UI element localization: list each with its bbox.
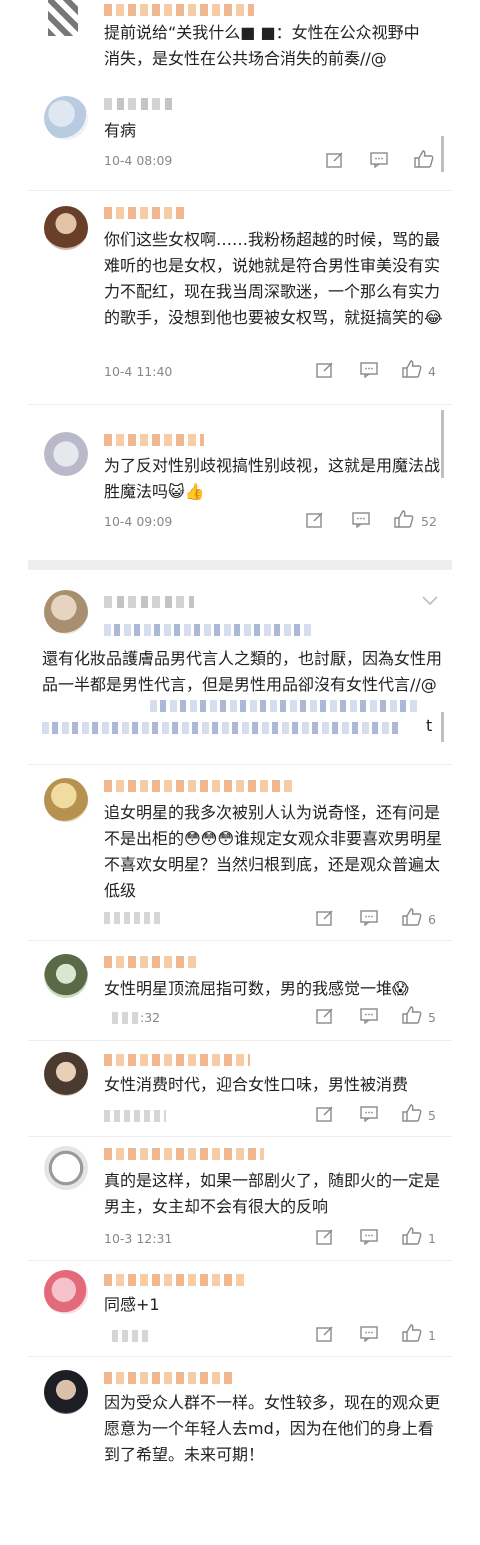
avatar[interactable] <box>44 432 88 476</box>
timestamp-blurred <box>112 1012 140 1024</box>
like-count: 6 <box>428 912 436 927</box>
comment-text: 女性明星顶流屈指可数，男的我感觉一堆😱 <box>104 979 409 998</box>
username-blurred[interactable] <box>104 1148 264 1160</box>
avatar[interactable] <box>44 1270 88 1314</box>
comment-icon[interactable] <box>370 152 388 168</box>
divider <box>28 1136 452 1137</box>
repost-icon[interactable] <box>316 1106 334 1122</box>
like-icon[interactable] <box>414 150 434 168</box>
timestamp-blurred <box>104 1110 166 1122</box>
comment-icon[interactable] <box>360 362 378 378</box>
repost-icon[interactable] <box>326 152 344 168</box>
comment-text: 为了反对性别歧视搞性别歧视，这就是用魔法战胜魔法吗😺👍 <box>104 456 441 501</box>
avatar[interactable] <box>44 590 88 634</box>
username-blurred[interactable] <box>104 207 184 219</box>
repost-tail-text: t <box>426 716 433 735</box>
section-gap <box>28 560 452 570</box>
like-count: 5 <box>428 1108 436 1123</box>
repost-icon[interactable] <box>316 910 334 926</box>
repost-chain-blurred[interactable] <box>150 700 420 712</box>
avatar[interactable] <box>44 96 88 140</box>
comment-text: 還有化妝品護膚品男代言人之類的，也討厭，因為女性用品一半都是男性代言，但是男性用… <box>42 649 443 694</box>
like-count: 52 <box>421 514 437 529</box>
divider <box>28 190 452 191</box>
avatar[interactable] <box>48 0 78 36</box>
repost-icon[interactable] <box>316 1229 334 1245</box>
repost-icon[interactable] <box>316 1008 334 1024</box>
like-icon[interactable] <box>402 1006 422 1024</box>
username-blurred[interactable] <box>104 98 174 110</box>
comment-text: 真的是这样，如果一部剧火了，随即火的一定是男主，女主却不会有很大的反响 <box>104 1171 441 1216</box>
divider <box>28 404 452 405</box>
like-icon[interactable] <box>402 908 422 926</box>
comment-icon[interactable] <box>360 1106 378 1122</box>
avatar[interactable] <box>44 206 88 250</box>
timestamp-blurred <box>104 912 164 924</box>
comment-text: 你们这些女权啊……我粉杨超越的时候，骂的最难听的也是女权，说她就是符合男性审美没… <box>104 230 443 327</box>
scroll-indicator <box>441 712 444 742</box>
avatar[interactable] <box>44 954 88 998</box>
username-blurred[interactable] <box>104 434 204 446</box>
username-blurred[interactable] <box>104 1054 250 1066</box>
subtitle-blurred <box>104 624 314 636</box>
like-count: 5 <box>428 1010 436 1025</box>
username-blurred[interactable] <box>104 1372 234 1384</box>
divider <box>28 1356 452 1357</box>
comment-text: 有病 <box>104 121 137 140</box>
comment-time: 10-3 12:31 <box>104 1231 173 1246</box>
repost-icon[interactable] <box>316 362 334 378</box>
divider <box>28 940 452 941</box>
comment-text: 追女明星的我多次被别人认为说奇怪，还有问是不是出柜的😳😳😳谁规定女观众非要喜欢男… <box>104 803 443 900</box>
comment-icon[interactable] <box>360 1229 378 1245</box>
username-blurred[interactable] <box>104 956 200 968</box>
divider <box>28 1260 452 1261</box>
comment-time: 10-4 11:40 <box>104 364 173 379</box>
like-count: 4 <box>428 364 436 379</box>
repost-icon[interactable] <box>306 512 324 528</box>
comment-time: :32 <box>140 1010 161 1025</box>
comment-text: 提前说给“关我什么■ ■：女性在公众视野中消失，是女性在公共场合消失的前奏//@ <box>104 23 420 68</box>
avatar[interactable] <box>44 1052 88 1096</box>
like-icon[interactable] <box>402 1104 422 1122</box>
repost-icon[interactable] <box>316 1326 334 1342</box>
divider <box>28 1040 452 1041</box>
chevron-down-icon[interactable] <box>422 596 438 606</box>
avatar[interactable] <box>44 778 88 822</box>
comment-time: 10-4 08:09 <box>104 153 173 168</box>
scroll-indicator <box>441 136 444 172</box>
username-blurred[interactable] <box>104 780 294 792</box>
username-blurred[interactable] <box>104 596 194 608</box>
like-icon[interactable] <box>402 360 422 378</box>
comment-text: 女性消费时代，迎合女性口味，男性被消费 <box>104 1075 409 1094</box>
divider <box>28 764 452 765</box>
avatar[interactable] <box>44 1370 88 1414</box>
comment-feed: 提前说给“关我什么■ ■：女性在公众视野中消失，是女性在公共场合消失的前奏//@… <box>0 0 480 1545</box>
like-icon[interactable] <box>402 1227 422 1245</box>
comment-icon[interactable] <box>360 1008 378 1024</box>
comment-icon[interactable] <box>352 512 370 528</box>
timestamp-blurred <box>112 1330 152 1342</box>
comment-icon[interactable] <box>360 1326 378 1342</box>
comment-icon[interactable] <box>360 910 378 926</box>
comment-text: 同感+1 <box>104 1295 160 1314</box>
like-icon[interactable] <box>402 1324 422 1342</box>
username-blurred[interactable] <box>104 1274 244 1286</box>
like-count: 1 <box>428 1328 436 1343</box>
like-count: 1 <box>428 1231 436 1246</box>
scroll-indicator <box>441 410 444 478</box>
like-icon[interactable] <box>394 510 414 528</box>
username-blurred[interactable] <box>104 4 254 16</box>
avatar[interactable] <box>44 1146 88 1190</box>
comment-time: 10-4 09:09 <box>104 514 173 529</box>
repost-chain-blurred[interactable] <box>42 722 402 734</box>
comment-text: 因为受众人群不一样。女性较多，现在的观众更愿意为一个年轻人去md，因为在他们的身… <box>104 1393 441 1464</box>
